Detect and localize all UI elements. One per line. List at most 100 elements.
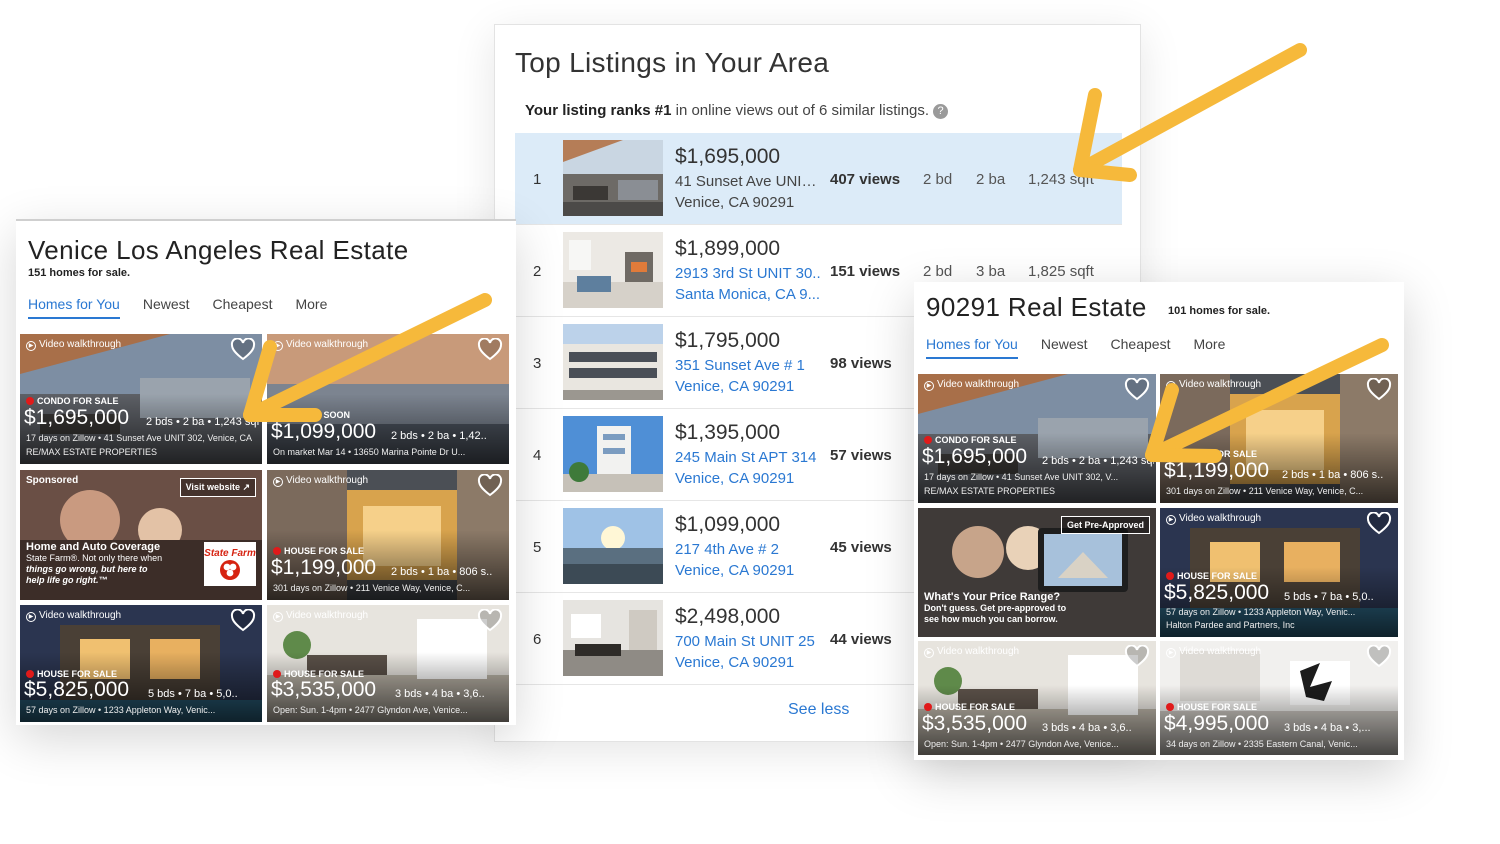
listing-price: $5,825,000	[1164, 581, 1270, 604]
heart-icon[interactable]	[477, 474, 503, 498]
listing-price: $3,535,000	[922, 712, 1028, 735]
listing-sqft: 1,825 sqft	[1028, 263, 1094, 280]
state-farm-logo: State Farm	[204, 542, 256, 586]
ad-line: things go wrong, but here to	[26, 564, 148, 574]
listing-thumbnail[interactable]	[563, 140, 663, 216]
listing-row-1[interactable]: 1 $1,695,000 41 Sunset Ave UNIT 302 Veni…	[515, 133, 1122, 225]
listing-card[interactable]: ▶ Video walkthrough CONDO FOR SALE $1,695…	[918, 374, 1156, 503]
listing-card[interactable]: ▶ Video walkthrough HOUSE FOR SALE $1,199…	[267, 470, 509, 600]
listing-meta: 17 days on Zillow • 41 Sunset Ave UNIT 3…	[26, 433, 252, 443]
listing-city-link[interactable]: Venice, CA 90291	[675, 562, 794, 579]
tab-newest[interactable]: Newest	[1041, 336, 1088, 359]
listing-meta: 57 days on Zillow • 1233 Appleton Way, V…	[26, 705, 216, 715]
heart-icon[interactable]	[1366, 645, 1392, 669]
listing-meta: 17 days on Zillow • 41 Sunset Ave UNIT 3…	[924, 472, 1119, 482]
arrow-icon	[1073, 43, 1307, 182]
listing-rank: 1	[533, 171, 542, 188]
listing-thumbnail[interactable]	[563, 416, 663, 492]
broker-name: RE/MAX ESTATE PROPERTIES	[924, 486, 1056, 496]
tab-newest[interactable]: Newest	[143, 296, 190, 319]
listing-price: $1,395,000	[675, 421, 781, 444]
listing-thumbnail[interactable]	[563, 600, 663, 676]
heart-icon[interactable]	[230, 609, 256, 633]
listing-city-link[interactable]: Venice, CA 90291	[675, 470, 794, 487]
heart-icon[interactable]	[1124, 645, 1150, 669]
status-badge: HOUSE FOR SALE	[1166, 702, 1257, 712]
listing-address-link[interactable]: 2913 3rd St UNIT 30..	[675, 265, 825, 282]
ad-headline: What's Your Price Range?	[924, 591, 1061, 603]
listing-card[interactable]: ▶ Video walkthrough HOUSE FOR SALE $3,535…	[918, 641, 1156, 755]
listing-facts: 5 bds • 7 ba • 5,0..	[148, 688, 238, 700]
video-walkthrough-label: ▶ Video walkthrough	[26, 610, 121, 622]
video-walkthrough-label: ▶ Video walkthrough	[1166, 513, 1261, 525]
listing-card[interactable]: ▶ Video walkthrough CONDO FOR SALE $1,695…	[20, 334, 262, 464]
tab-homes-for-you[interactable]: Homes for You	[28, 296, 120, 319]
heart-icon[interactable]	[477, 609, 503, 633]
logo-text: State Farm	[204, 548, 256, 559]
page-title: 90291 Real Estate	[926, 292, 1147, 322]
listing-meta: 301 days on Zillow • 211 Venice Way, Ven…	[1166, 486, 1364, 496]
listing-card[interactable]: ▶ Video walkthrough HOUSE FOR SALE $4,995…	[1160, 641, 1398, 755]
rank-prefix: Your listing ranks #1	[525, 102, 672, 119]
listing-meta: 34 days on Zillow • 2335 Eastern Canal, …	[1166, 739, 1358, 749]
listing-meta: 57 days on Zillow • 1233 Appleton Way, V…	[1166, 607, 1356, 617]
listing-price: $1,199,000	[271, 556, 377, 579]
video-walkthrough-label: ▶ Video walkthrough	[924, 379, 1019, 391]
status-badge: HOUSE FOR SALE	[273, 546, 364, 556]
listing-baths: 3 ba	[976, 263, 1006, 280]
play-icon: ▶	[1166, 515, 1176, 525]
listing-card[interactable]: ▶ Video walkthrough HOUSE FOR SALE $3,535…	[267, 605, 509, 722]
listing-city-link[interactable]: Venice, CA 90291	[675, 654, 794, 671]
sponsored-ad-card[interactable]: Sponsored Visit website ↗ Home and Auto …	[20, 470, 262, 600]
tab-homes-for-you[interactable]: Homes for You	[926, 336, 1018, 359]
listing-address-link[interactable]: 217 4th Ave # 2	[675, 541, 825, 558]
ad-copy: Home and Auto Coverage State Farm®. Not …	[26, 542, 162, 586]
homes-count: 101 homes for sale.	[1168, 305, 1271, 317]
listing-meta: Open: Sun. 1-4pm • 2477 Glyndon Ave, Ven…	[924, 739, 1119, 749]
status-badge: CONDO FOR SALE	[26, 396, 119, 406]
arrow-icon	[1145, 338, 1389, 463]
video-walkthrough-label: ▶ Video walkthrough	[26, 339, 121, 351]
heart-icon[interactable]	[1366, 512, 1392, 536]
status-badge: HOUSE FOR SALE	[1166, 571, 1257, 581]
listing-address-link[interactable]: 700 Main St UNIT 25	[675, 633, 825, 650]
listing-rank: 6	[533, 631, 542, 648]
listing-address-link[interactable]: 245 Main St APT 314	[675, 449, 825, 466]
listing-card[interactable]: ▶ Video walkthrough HOUSE FOR SALE $5,825…	[1160, 508, 1398, 637]
listing-facts: 2 bds • 1 ba • 806 s..	[391, 566, 493, 578]
play-icon: ▶	[26, 341, 36, 351]
listing-views: 57 views	[830, 447, 892, 464]
listing-beds: 2 bd	[923, 263, 953, 280]
listing-thumbnail[interactable]	[563, 232, 663, 308]
listing-price: $1,695,000	[675, 145, 781, 168]
listing-thumbnail[interactable]	[563, 324, 663, 400]
play-icon: ▶	[26, 612, 36, 622]
listing-views: 151 views	[830, 263, 901, 280]
pre-approval-ad-card[interactable]: Get Pre-Approved What's Your Price Range…	[918, 508, 1156, 637]
listing-price: $1,795,000	[675, 329, 781, 352]
listing-meta: Open: Sun. 1-4pm • 2477 Glyndon Ave, Ven…	[273, 705, 468, 715]
arrow-icon	[243, 293, 492, 422]
composite-screenshot: Top Listings in Your Area Your listing r…	[0, 0, 1500, 844]
listing-address: 41 Sunset Ave UNIT 302	[675, 173, 825, 190]
ad-line: State Farm®. Not only there when	[26, 553, 163, 563]
listing-city-link[interactable]: Venice, CA 90291	[675, 378, 794, 395]
listing-views: 98 views	[830, 355, 892, 372]
listing-price: $1,899,000	[675, 237, 781, 260]
play-icon: ▶	[273, 612, 283, 622]
visit-website-button[interactable]: Visit website ↗	[179, 478, 256, 497]
ad-line: see how much you can borrow.	[924, 614, 1058, 624]
play-icon: ▶	[273, 477, 283, 487]
homes-count: 151 homes for sale.	[28, 267, 131, 279]
listing-card[interactable]: ▶ Video walkthrough HOUSE FOR SALE $5,825…	[20, 605, 262, 722]
get-pre-approved-button[interactable]: Get Pre-Approved	[1060, 516, 1150, 534]
help-icon[interactable]: ?	[933, 104, 949, 119]
see-less-link[interactable]: See less	[788, 701, 849, 719]
listing-address-link[interactable]: 351 Sunset Ave # 1	[675, 357, 825, 374]
listing-thumbnail[interactable]	[563, 508, 663, 584]
listing-city-link[interactable]: Santa Monica, CA 9...	[675, 286, 820, 303]
listing-rank: 2	[533, 263, 542, 280]
listing-views: 45 views	[830, 539, 892, 556]
listing-price: $1,695,000	[24, 406, 130, 429]
ad-line: Don't guess. Get pre-approved to	[924, 603, 1067, 613]
